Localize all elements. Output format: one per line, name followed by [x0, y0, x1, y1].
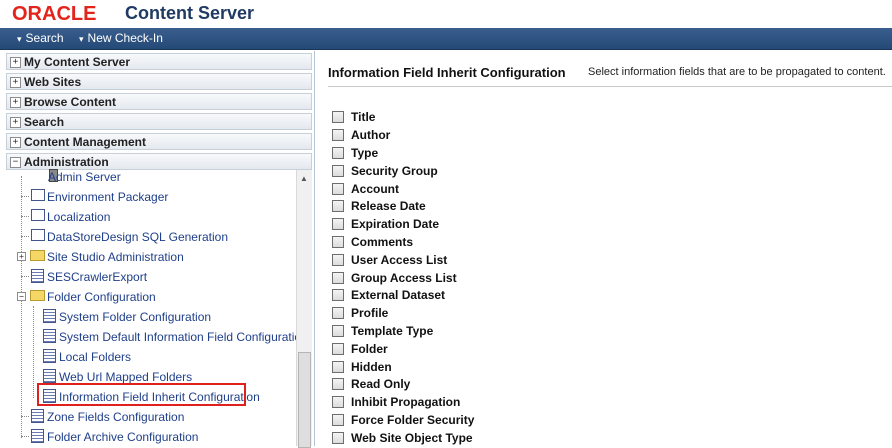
top-nav-bar: ▾ Search ▾ New Check-In	[0, 28, 892, 50]
scrollbar-thumb[interactable]	[298, 352, 311, 448]
field-checkbox[interactable]	[332, 361, 344, 373]
tree-line	[21, 216, 29, 217]
expand-icon[interactable]: +	[10, 97, 21, 108]
field-checkbox[interactable]	[332, 272, 344, 284]
field-checkbox[interactable]	[332, 111, 344, 123]
expand-icon[interactable]: +	[10, 117, 21, 128]
divider	[328, 86, 892, 87]
field-checkbox[interactable]	[332, 432, 344, 444]
field-checkbox[interactable]	[332, 147, 344, 159]
page-description: Select information fields that are to be…	[588, 66, 886, 78]
tree-line	[21, 436, 29, 437]
main-content: Information Field Inherit Configuration …	[316, 51, 892, 446]
field-checkbox[interactable]	[332, 325, 344, 337]
tree-line	[33, 306, 34, 398]
expand-icon[interactable]: +	[10, 57, 21, 68]
app-header: ORACLE Content Server	[0, 0, 892, 28]
page-icon	[43, 329, 56, 343]
page-icon	[31, 429, 44, 443]
oracle-logo: ORACLE	[12, 3, 97, 25]
product-title: Content Server	[125, 3, 255, 23]
selection-highlight	[37, 383, 246, 406]
field-checkbox[interactable]	[332, 218, 344, 230]
window-icon	[31, 229, 45, 241]
page-icon	[31, 269, 44, 283]
page-icon	[31, 409, 44, 423]
folder-icon	[30, 250, 45, 261]
sidebar-section-browse-content[interactable]: + Browse Content	[6, 93, 312, 110]
field-checkbox[interactable]	[332, 343, 344, 355]
field-checkbox[interactable]	[332, 378, 344, 390]
field-checkbox[interactable]	[332, 236, 344, 248]
sidebar-section-content-management[interactable]: + Content Management	[6, 133, 312, 150]
sidebar-section-my-content-server[interactable]: + My Content Server	[6, 53, 312, 70]
folder-open-icon	[30, 290, 45, 301]
field-checkbox[interactable]	[332, 165, 344, 177]
window-icon	[31, 189, 45, 201]
search-menu[interactable]: ▾ Search	[17, 31, 64, 45]
page-title: Information Field Inherit Configuration	[328, 65, 566, 80]
sidebar-scrollbar[interactable]: ▲	[296, 170, 312, 448]
field-checkbox[interactable]	[332, 200, 344, 212]
sidebar-section-search[interactable]: + Search	[6, 113, 312, 130]
new-checkin-menu[interactable]: ▾ New Check-In	[79, 31, 163, 45]
collapse-icon[interactable]: −	[10, 157, 21, 168]
chevron-down-icon: ▾	[79, 34, 84, 44]
chevron-down-icon: ▾	[17, 34, 22, 44]
page-icon	[43, 349, 56, 363]
field-checkbox[interactable]	[332, 414, 344, 426]
scroll-up-icon[interactable]: ▲	[300, 174, 308, 183]
field-checkbox[interactable]	[332, 396, 344, 408]
tree-line	[21, 236, 29, 237]
field-checkbox[interactable]	[332, 183, 344, 195]
expand-icon[interactable]: +	[10, 77, 21, 88]
page-icon	[43, 309, 56, 323]
field-checkbox[interactable]	[332, 289, 344, 301]
field-checkbox[interactable]	[332, 307, 344, 319]
tree-line	[21, 416, 29, 417]
window-icon	[31, 209, 45, 221]
field-checkbox[interactable]	[332, 254, 344, 266]
expand-icon[interactable]: +	[17, 252, 26, 261]
collapse-icon[interactable]: −	[17, 292, 26, 301]
sidebar-section-web-sites[interactable]: + Web Sites	[6, 73, 312, 90]
tree-line	[21, 276, 29, 277]
field-checkbox[interactable]	[332, 129, 344, 141]
tree-line	[21, 196, 29, 197]
page-icon	[43, 369, 56, 383]
expand-icon[interactable]: +	[10, 137, 21, 148]
sidebar-section-administration[interactable]: − Administration	[6, 153, 312, 170]
